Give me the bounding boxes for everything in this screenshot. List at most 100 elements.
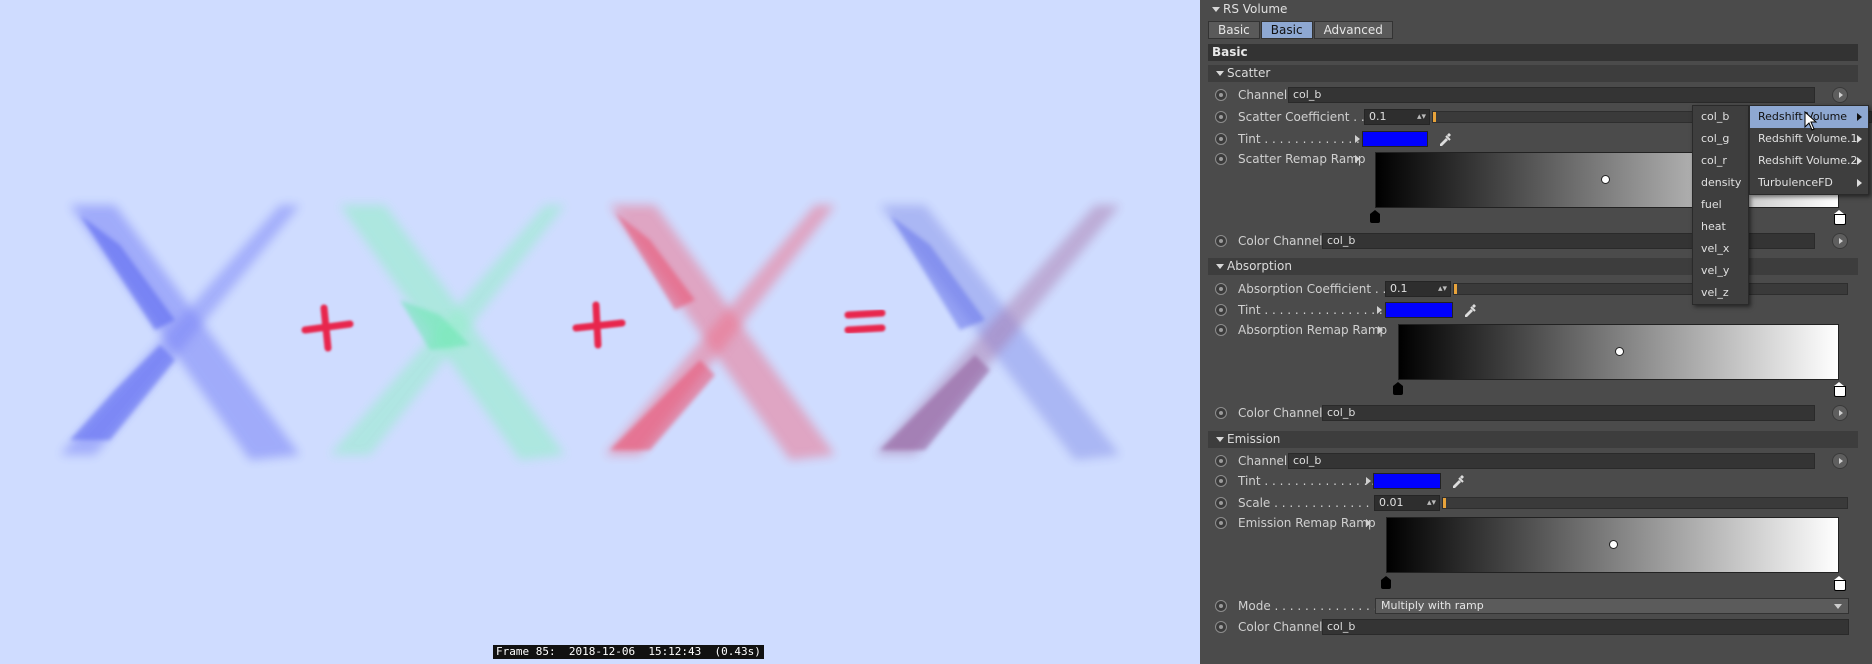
scatter-channel-label: Channel	[1238, 88, 1288, 102]
scatter-coefficient-input[interactable]: 0.1 ▴▾	[1364, 109, 1430, 125]
scatter-channel-field[interactable]: col_b	[1288, 87, 1815, 103]
volume-render-canvas	[60, 205, 1120, 460]
keyframe-radio-icon[interactable]	[1215, 133, 1227, 145]
channel-option[interactable]: col_g	[1693, 128, 1748, 150]
absorption-remap-ramp[interactable]	[1398, 324, 1839, 380]
spinner-arrows-icon[interactable]: ▴▾	[1438, 282, 1447, 296]
scatter-channel-menu-button[interactable]	[1832, 87, 1848, 103]
expand-arrow-icon[interactable]	[1366, 477, 1371, 485]
spinner-arrows-icon[interactable]: ▴▾	[1427, 496, 1436, 510]
ramp-midpoint-handle[interactable]	[1609, 540, 1618, 549]
channel-option[interactable]: fuel	[1693, 194, 1748, 216]
expand-arrow-icon[interactable]	[1366, 519, 1371, 527]
ramp-midpoint-handle[interactable]	[1601, 175, 1610, 184]
eyedropper-icon[interactable]	[1462, 302, 1478, 318]
expand-arrow-icon[interactable]	[1377, 306, 1382, 314]
absorption-color-channel-field[interactable]: col_b	[1322, 405, 1815, 421]
blue-volume-shape	[60, 205, 300, 460]
emission-tint-swatch[interactable]	[1373, 473, 1441, 489]
emission-group-header[interactable]: Emission	[1208, 431, 1858, 448]
absorption-group-header[interactable]: Absorption	[1208, 258, 1858, 275]
emission-channel-row: Channel col_b	[1200, 452, 1872, 470]
emission-scale-row: Scale . . . . . . . . . . . . . . . 0.01…	[1200, 494, 1872, 512]
keyframe-radio-icon[interactable]	[1215, 517, 1227, 529]
scatter-group-header[interactable]: Scatter	[1208, 65, 1858, 82]
ramp-midpoint-handle[interactable]	[1615, 347, 1624, 356]
emission-channel-menu-button[interactable]	[1832, 453, 1848, 469]
spinner-arrows-icon[interactable]: ▴▾	[1417, 110, 1426, 124]
scatter-ramp-label: Scatter Remap Ramp	[1238, 152, 1366, 166]
expand-arrow-icon[interactable]	[1355, 155, 1360, 163]
channel-option[interactable]: col_r	[1693, 150, 1748, 172]
absorption-color-channel-menu-button[interactable]	[1832, 405, 1848, 421]
render-viewport[interactable]: Frame 85: 2018-12-06 15:12:43 (0.43s)	[0, 0, 1200, 664]
scatter-color-channel-row: Color Channel col_b	[1200, 232, 1872, 250]
eyedropper-icon[interactable]	[1450, 473, 1466, 489]
expand-arrow-icon[interactable]	[1355, 135, 1360, 143]
expand-arrow-icon[interactable]	[1378, 326, 1383, 334]
absorption-coefficient-input[interactable]: 0.1 ▴▾	[1385, 281, 1451, 297]
emission-channel-field[interactable]: col_b	[1288, 453, 1815, 469]
ramp-black-knot[interactable]	[1393, 382, 1403, 395]
keyframe-radio-icon[interactable]	[1215, 153, 1227, 165]
keyframe-radio-icon[interactable]	[1215, 621, 1227, 633]
keyframe-radio-icon[interactable]	[1215, 407, 1227, 419]
keyframe-radio-icon[interactable]	[1215, 455, 1227, 467]
channel-option[interactable]: heat	[1693, 216, 1748, 238]
tab-basic-active[interactable]: Basic	[1260, 21, 1313, 39]
ramp-black-knot[interactable]	[1381, 576, 1391, 589]
ramp-white-knot[interactable]	[1834, 382, 1846, 397]
scatter-color-channel-label: Color Channel	[1238, 234, 1323, 248]
scatter-color-channel-menu-button[interactable]	[1832, 233, 1848, 249]
submenu-arrow-icon	[1857, 179, 1862, 187]
combined-volume-shape	[875, 205, 1120, 460]
slider-fill	[1443, 498, 1446, 508]
slider-fill	[1433, 112, 1436, 122]
submenu-arrow-icon	[1857, 157, 1862, 165]
emission-scale-input[interactable]: 0.01 ▴▾	[1374, 495, 1440, 511]
object-option-redshift-volume-1[interactable]: Redshift Volume.1	[1750, 128, 1868, 150]
keyframe-radio-icon[interactable]	[1215, 111, 1227, 123]
emission-mode-dropdown[interactable]: Multiply with ramp	[1375, 598, 1849, 614]
keyframe-radio-icon[interactable]	[1215, 304, 1227, 316]
channel-dropdown-menu: col_b col_g col_r density fuel heat vel_…	[1692, 105, 1749, 305]
keyframe-radio-icon[interactable]	[1215, 324, 1227, 336]
tab-basic[interactable]: Basic	[1208, 21, 1260, 39]
collapse-triangle-icon	[1216, 71, 1224, 76]
collapse-triangle-icon	[1216, 437, 1224, 442]
object-option-redshift-volume-2[interactable]: Redshift Volume.2	[1750, 150, 1868, 172]
channel-option[interactable]: density	[1693, 172, 1748, 194]
absorption-coefficient-row: Absorption Coefficient . . . 0.1 ▴▾	[1200, 280, 1872, 298]
ramp-black-knot[interactable]	[1370, 210, 1380, 223]
channel-option[interactable]: col_b	[1693, 106, 1748, 128]
object-option-turbulencefd[interactable]: TurbulenceFD	[1750, 172, 1868, 194]
keyframe-radio-icon[interactable]	[1215, 497, 1227, 509]
submenu-arrow-icon	[1857, 135, 1862, 143]
keyframe-radio-icon[interactable]	[1215, 475, 1227, 487]
emission-mode-row: Mode . . . . . . . . . . . . . . . . Mul…	[1200, 597, 1872, 615]
ramp-white-knot[interactable]	[1834, 210, 1846, 225]
equals-operator	[844, 309, 886, 334]
eyedropper-icon[interactable]	[1437, 131, 1453, 147]
plus-operator-1	[301, 304, 354, 352]
absorption-tint-swatch[interactable]	[1385, 302, 1453, 318]
emission-scale-slider[interactable]	[1442, 497, 1848, 509]
absorption-ramp-label: Absorption Remap Ramp	[1238, 323, 1388, 337]
channel-option[interactable]: vel_y	[1693, 260, 1748, 282]
channel-option[interactable]: vel_x	[1693, 238, 1748, 260]
emission-remap-ramp[interactable]	[1386, 517, 1839, 573]
panel-title[interactable]: RS Volume	[1212, 0, 1287, 18]
absorption-coefficient-slider[interactable]	[1453, 283, 1848, 295]
scatter-channel-row: Channel col_b	[1200, 86, 1872, 104]
keyframe-radio-icon[interactable]	[1215, 235, 1227, 247]
tab-advanced[interactable]: Advanced	[1313, 21, 1393, 39]
keyframe-radio-icon[interactable]	[1215, 600, 1227, 612]
keyframe-radio-icon[interactable]	[1215, 89, 1227, 101]
ramp-white-knot[interactable]	[1834, 576, 1846, 591]
emission-color-channel-field[interactable]: col_b	[1322, 619, 1849, 635]
submenu-arrow-icon	[1857, 113, 1862, 121]
collapse-triangle-icon	[1212, 7, 1220, 12]
channel-option[interactable]: vel_z	[1693, 282, 1748, 304]
scatter-tint-swatch[interactable]	[1362, 131, 1428, 147]
keyframe-radio-icon[interactable]	[1215, 283, 1227, 295]
